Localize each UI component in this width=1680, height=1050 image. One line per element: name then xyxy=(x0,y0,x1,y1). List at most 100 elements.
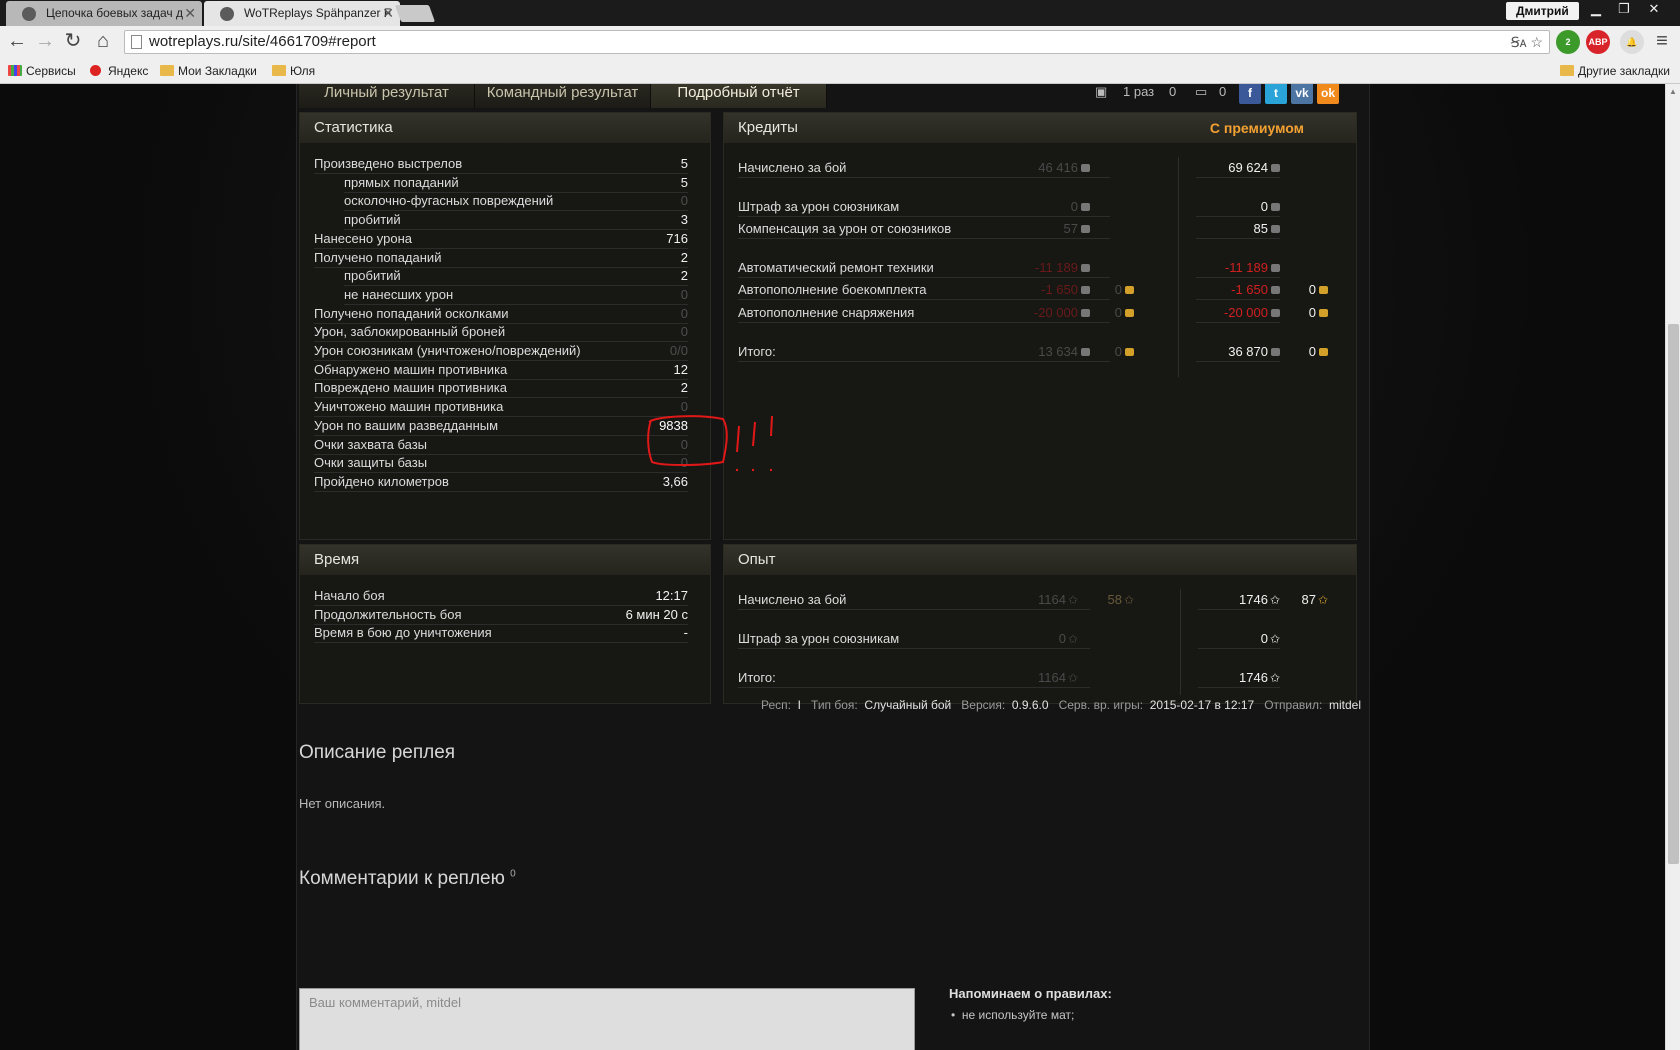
bookmark-yandex[interactable]: Яндекс xyxy=(90,63,148,79)
rule-text: не используйте мат; xyxy=(961,1008,1075,1022)
experience-base-amount: 1164 xyxy=(1037,592,1066,607)
comment-textarea[interactable]: Ваш комментарий, mitdel xyxy=(299,988,915,1050)
premium-label: С премиумом xyxy=(1209,120,1304,136)
credit-premium-value: 0 xyxy=(1196,198,1280,217)
profile-user-button[interactable]: Дмитрий xyxy=(1506,2,1579,20)
twitter-icon[interactable]: t xyxy=(1265,84,1287,104)
stat-row: Нанесено урона 716 xyxy=(314,230,688,249)
resp-label: Респ: xyxy=(761,698,791,712)
tab-team-result[interactable]: Командный результат xyxy=(475,84,651,108)
star-icon: ✩ xyxy=(1269,593,1280,607)
menu-icon[interactable]: ≡ xyxy=(1650,30,1674,54)
browser-tab-1[interactable]: Цепочка боевых задач д ✕ xyxy=(6,1,202,26)
stat-label: не нанесших урон xyxy=(344,286,454,302)
stat-row: прямых попаданий 5 xyxy=(344,174,688,193)
tab-detailed-report[interactable]: Подробный отчёт xyxy=(651,84,827,108)
new-tab-button[interactable] xyxy=(394,5,436,22)
stat-label: Уничтожено машин противника xyxy=(314,399,504,415)
credit-row: Автоматический ремонт техники -11 189 -11 … xyxy=(738,259,1328,278)
minimize-icon[interactable]: ▁ xyxy=(1582,0,1610,20)
bookmark-other[interactable]: Другие закладки xyxy=(1560,63,1670,79)
experience-premium-value: 1746 ✩ xyxy=(1198,669,1280,688)
close-tab-icon[interactable]: ✕ xyxy=(382,1,394,26)
tank-favicon-icon xyxy=(22,7,36,21)
experience-premium-amount: 1746 xyxy=(1239,670,1268,685)
apps-icon xyxy=(8,65,22,76)
views-icon: ▣ xyxy=(1095,84,1108,99)
browser-toolbar: ← → ↻ ⌂ wotreplays.ru/site/4661709#repor… xyxy=(0,26,1680,58)
stat-value: 3,66 xyxy=(662,473,688,489)
gold-amount: 0 xyxy=(1308,305,1316,320)
credit-premium-gold: 0 xyxy=(1286,304,1328,323)
stat-label: Обнаружено машин противника xyxy=(314,361,508,377)
bookmark-my-bookmarks[interactable]: Мои Закладки xyxy=(160,63,257,79)
browser-tab-2[interactable]: WoTReplays Spähpanzer F ✕ xyxy=(204,1,400,26)
bookmark-yulya[interactable]: Юля xyxy=(272,63,315,79)
credit-row: Компенсация за урон от союзников 57 85 xyxy=(738,220,1328,239)
stat-label: Очки захвата базы xyxy=(314,436,428,452)
credit-base-gold: 0 xyxy=(1090,281,1134,300)
adblock-icon[interactable]: ABP xyxy=(1586,30,1610,54)
restore-icon[interactable]: ❐ xyxy=(1610,0,1638,20)
notification-bell-icon[interactable]: 🔔 xyxy=(1620,30,1644,54)
scroll-up-icon[interactable]: ▲ xyxy=(1669,87,1677,96)
statistics-panel: Статистика Произведено выстрелов 5 прямых … xyxy=(299,112,711,540)
close-window-icon[interactable]: ✕ xyxy=(1640,0,1668,20)
stat-label: Нанесено урона xyxy=(314,230,413,246)
stat-value: 2 xyxy=(680,380,688,396)
forward-arrow-icon[interactable]: → xyxy=(33,30,57,54)
gold-coin-icon xyxy=(1319,309,1328,317)
credit-premium-amount: 85 xyxy=(1253,221,1268,236)
gold-coin-icon xyxy=(1125,348,1134,356)
bookmark-services[interactable]: Сервисы xyxy=(8,63,76,79)
page-scrollbar[interactable]: ▲ xyxy=(1665,84,1680,1050)
experience-premium-value: 1746 ✩ xyxy=(1198,591,1280,610)
reload-icon[interactable]: ↻ xyxy=(61,30,85,54)
star-icon: ✩ xyxy=(1067,593,1078,607)
statistics-title: Статистика xyxy=(300,113,710,143)
free-xp-amount: 87 xyxy=(1301,592,1316,607)
credit-premium-value: 36 870 xyxy=(1196,343,1280,362)
credits-coin-icon xyxy=(1271,225,1280,233)
sender-link[interactable]: mitdel xyxy=(1329,698,1361,712)
credit-base-amount: -1 650 xyxy=(1041,282,1078,297)
credit-premium-value: 69 624 xyxy=(1196,159,1280,178)
stat-row: осколочно-фугасных повреждений 0 xyxy=(344,192,688,212)
description-title: Описание реплея xyxy=(299,742,456,763)
credits-panel: Кредиты С премиумом Начислено за бой 46 4… xyxy=(723,112,1357,540)
address-bar[interactable]: wotreplays.ru/site/4661709#report Ꞩᴀ ☆ xyxy=(124,30,1550,54)
facebook-icon[interactable]: f xyxy=(1239,84,1261,104)
stat-value: 0 xyxy=(680,436,688,452)
stat-label: Пройдено километров xyxy=(314,473,449,489)
credit-base-amount: 0 xyxy=(1070,199,1078,214)
stat-row: Уничтожено машин противника 0 xyxy=(314,398,688,418)
gold-coin-icon xyxy=(1125,309,1134,317)
stat-label: Получено попаданий xyxy=(314,249,442,265)
stat-value: 0 xyxy=(680,455,688,471)
stat-row: Пройдено километров 3,66 xyxy=(314,473,688,492)
tab-personal-result[interactable]: Личный результат xyxy=(299,84,475,108)
credit-base-gold: 0 xyxy=(1090,304,1134,323)
translate-and-star-icons[interactable]: Ꞩᴀ ☆ xyxy=(1511,31,1543,53)
stat-value: 5 xyxy=(680,174,688,190)
close-tab-icon[interactable]: ✕ xyxy=(184,1,196,26)
experience-title: Опыт xyxy=(724,545,1356,575)
home-icon[interactable]: ⌂ xyxy=(91,30,115,54)
vkontakte-icon[interactable]: vk xyxy=(1291,84,1313,104)
stat-value: 2 xyxy=(680,268,688,284)
credit-premium-amount: 36 870 xyxy=(1228,344,1268,359)
battle-type-value: Случайный бой xyxy=(864,698,952,712)
odnoklassniki-icon[interactable]: ok xyxy=(1317,84,1339,104)
server-time-label: Серв. вр. игры: xyxy=(1058,698,1144,712)
experience-base-amount: 1164 xyxy=(1037,670,1066,685)
stat-label: Получено попаданий осколками xyxy=(314,305,509,321)
stat-row: Обнаружено машин противника 12 xyxy=(314,361,688,380)
comments-count-badge: 0 xyxy=(510,868,516,880)
folder-icon xyxy=(272,65,286,76)
url-text: wotreplays.ru/site/4661709#report xyxy=(149,33,376,50)
scrollbar-thumb[interactable] xyxy=(1668,324,1679,864)
back-arrow-icon[interactable]: ← xyxy=(5,30,29,54)
stat-row: Урон по вашим разведданным 9838 xyxy=(314,417,688,436)
stat-row: пробитий 2 xyxy=(344,267,688,287)
extension-frog-icon[interactable]: 2 xyxy=(1556,30,1580,54)
